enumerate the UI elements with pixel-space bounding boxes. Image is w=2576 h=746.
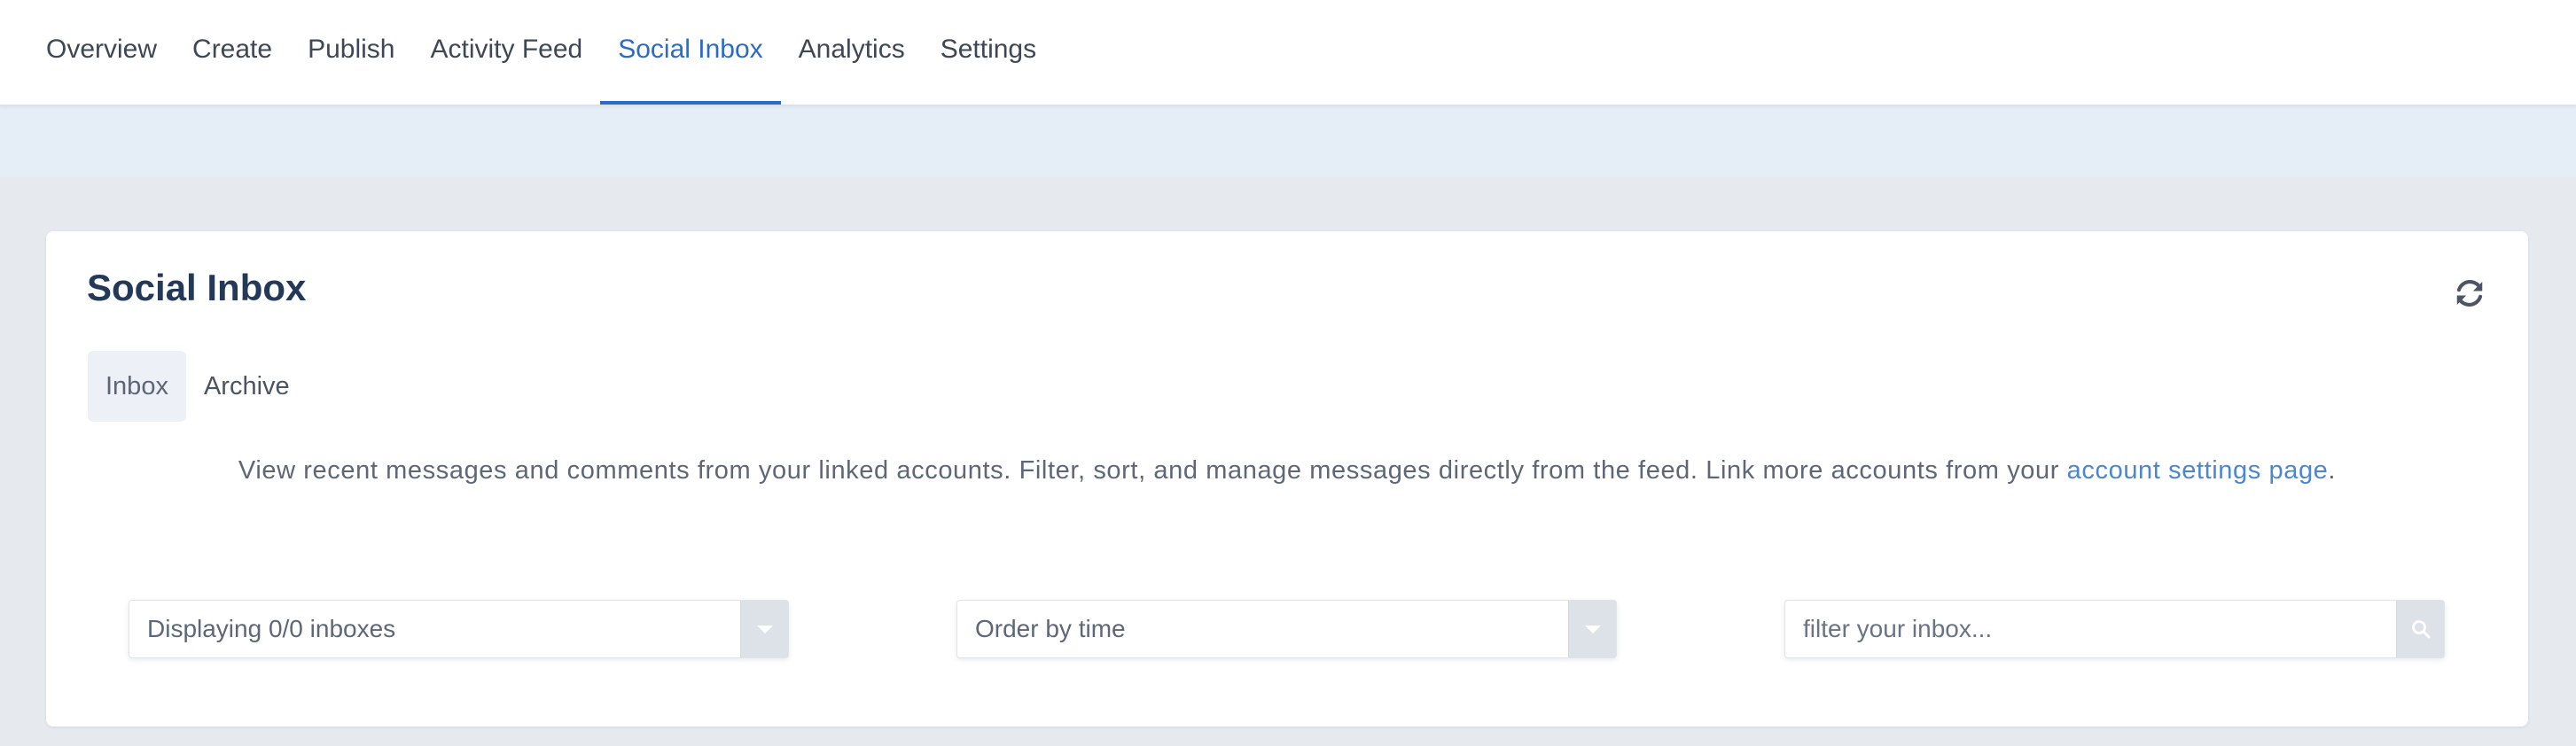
inbox-select-value: Displaying 0/0 inboxes [147,615,396,642]
chevron-down-icon [756,625,773,633]
refresh-icon [2456,279,2483,307]
description-text: View recent messages and comments from y… [238,456,2067,485]
refresh-button[interactable] [2450,274,2489,313]
nav-item-overview[interactable]: Overview [28,0,175,105]
page-title: Social Inbox [87,267,307,308]
social-inbox-card: Social Inbox Inbox Archive View recent m… [46,231,2528,727]
nav-item-activity-feed[interactable]: Activity Feed [412,0,600,105]
description-end: . [2328,456,2337,485]
search-button[interactable] [2396,601,2444,657]
header-band [0,106,2576,177]
tab-archive[interactable]: Archive [186,351,308,422]
order-select[interactable]: Order by time [956,600,1617,658]
inbox-select[interactable]: Displaying 0/0 inboxes [129,600,789,658]
search-icon [2411,620,2430,639]
inbox-tabs: Inbox Archive [88,351,308,422]
inbox-description: View recent messages and comments from y… [46,456,2528,486]
account-settings-link[interactable]: account settings page [2067,456,2329,485]
inbox-select-toggle[interactable] [740,601,788,657]
order-select-toggle[interactable] [1568,601,1616,657]
nav-item-create[interactable]: Create [175,0,290,105]
nav-item-settings[interactable]: Settings [923,0,1054,105]
order-select-value: Order by time [975,615,1126,642]
inbox-search [1784,600,2445,658]
tab-inbox[interactable]: Inbox [88,351,186,422]
search-input[interactable] [1785,601,2396,657]
top-navigation: Overview Create Publish Activity Feed So… [0,0,2576,105]
nav-item-analytics[interactable]: Analytics [781,0,923,105]
chevron-down-icon [1584,625,1601,633]
nav-item-publish[interactable]: Publish [290,0,412,105]
nav-item-social-inbox[interactable]: Social Inbox [600,0,782,105]
